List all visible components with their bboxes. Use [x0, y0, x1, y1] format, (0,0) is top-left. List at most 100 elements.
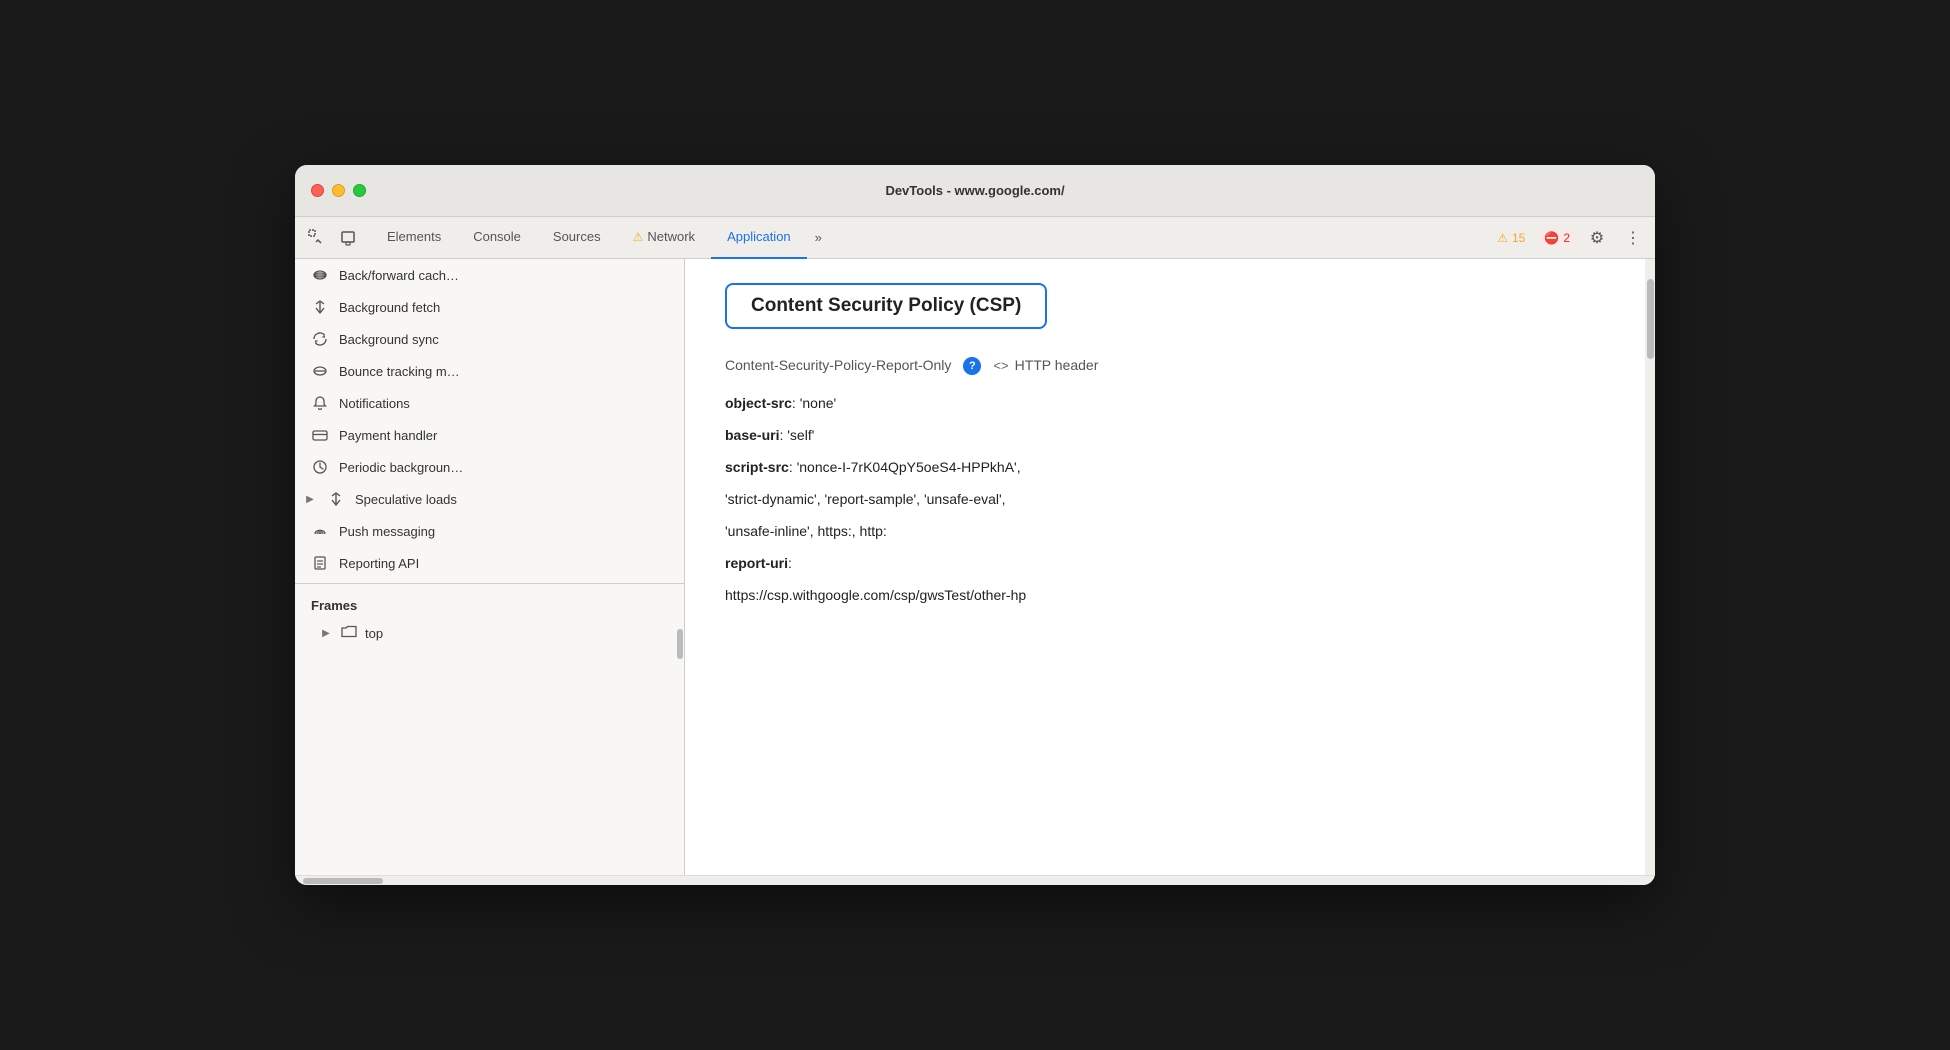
network-warning-icon: ⚠	[633, 230, 644, 244]
directive-script-src: script-src: 'nonce-I-7rK04QpY5oeS4-HPPkh…	[725, 459, 1615, 475]
title-bar: DevTools - www.google.com/	[295, 165, 1655, 217]
sidebar-scrollbar[interactable]	[676, 259, 684, 875]
sidebar-item-back-forward[interactable]: Back/forward cach…	[295, 259, 684, 291]
close-button[interactable]	[311, 184, 324, 197]
traffic-lights	[311, 184, 366, 197]
sidebar-item-bounce[interactable]: Bounce tracking m…	[295, 355, 684, 387]
frames-top-item[interactable]: ▶ top	[295, 619, 684, 648]
sidebar-label: Push messaging	[339, 524, 435, 539]
directive-report-uri-val: https://csp.withgoogle.com/csp/gwsTest/o…	[725, 587, 1615, 603]
frames-expand-icon: ▶	[319, 627, 333, 641]
device-toolbar-button[interactable]	[335, 224, 363, 252]
directive-value: : 'none'	[792, 395, 836, 411]
reporting-icon	[311, 554, 329, 572]
sidebar-label: Back/forward cach…	[339, 268, 459, 283]
directive-key: report-uri	[725, 555, 788, 571]
ellipsis-icon: ⋮	[1625, 228, 1641, 248]
more-options-button[interactable]: ⋮	[1619, 224, 1647, 252]
window-title: DevTools - www.google.com/	[885, 183, 1064, 198]
policy-label: Content-Security-Policy-Report-Only	[725, 357, 951, 373]
tab-sources[interactable]: Sources	[537, 217, 617, 259]
sidebar-label: Background sync	[339, 332, 439, 347]
main-scrollbar-thumb	[1647, 279, 1654, 359]
minimize-button[interactable]	[332, 184, 345, 197]
notifications-icon	[311, 394, 329, 412]
tabs-bar: Elements Console Sources ⚠ Network Appli…	[295, 217, 1655, 259]
sidebar-item-reporting[interactable]: Reporting API	[295, 547, 684, 579]
frames-folder-icon	[341, 625, 357, 642]
devtools-main: Elements Console Sources ⚠ Network Appli…	[295, 217, 1655, 885]
content-area: Back/forward cach… Background fetch	[295, 259, 1655, 875]
speculative-icon	[327, 490, 345, 508]
tab-network[interactable]: ⚠ Network	[617, 217, 711, 259]
tab-elements[interactable]: Elements	[371, 217, 457, 259]
main-scrollbar[interactable]	[1645, 259, 1655, 875]
payment-icon	[311, 426, 329, 444]
frames-header: Frames	[295, 592, 684, 619]
gear-icon: ⚙	[1590, 228, 1604, 248]
sidebar-item-push[interactable]: Push messaging	[295, 515, 684, 547]
sidebar-item-speculative[interactable]: ▶ Speculative loads	[295, 483, 684, 515]
maximize-button[interactable]	[353, 184, 366, 197]
tabs-list: Elements Console Sources ⚠ Network Appli…	[371, 217, 1491, 259]
http-header-text: HTTP header	[1015, 357, 1099, 373]
toolbar-right: ⚠ 15 ⛔ 2 ⚙ ⋮	[1491, 224, 1647, 252]
help-icon[interactable]: ?	[963, 357, 981, 375]
directive-value: : 'self'	[779, 427, 814, 443]
push-icon	[311, 522, 329, 540]
sidebar-label: Speculative loads	[355, 492, 457, 507]
csp-directives: object-src: 'none' base-uri: 'self' scri…	[725, 395, 1615, 603]
sidebar: Back/forward cach… Background fetch	[295, 259, 685, 875]
sidebar-item-notifications[interactable]: Notifications	[295, 387, 684, 419]
sidebar-label: Payment handler	[339, 428, 437, 443]
horizontal-scrollbar[interactable]	[295, 875, 1655, 885]
directive-value: 'unsafe-inline', https:, http:	[725, 523, 887, 539]
sidebar-label: Notifications	[339, 396, 410, 411]
policy-row: Content-Security-Policy-Report-Only ? <>…	[725, 357, 1615, 375]
bg-sync-icon	[311, 330, 329, 348]
sidebar-scrollbar-thumb	[677, 629, 683, 659]
sidebar-item-bg-fetch[interactable]: Background fetch	[295, 291, 684, 323]
bounce-icon	[311, 362, 329, 380]
sidebar-label: Reporting API	[339, 556, 419, 571]
bg-fetch-icon	[311, 298, 329, 316]
expand-arrow-icon: ▶	[303, 492, 317, 506]
directive-value: 'strict-dynamic', 'report-sample', 'unsa…	[725, 491, 1006, 507]
frames-top-label: top	[365, 626, 383, 641]
devtools-window: DevTools - www.google.com/	[295, 165, 1655, 885]
horizontal-scrollbar-thumb	[303, 878, 383, 884]
directive-object-src: object-src: 'none'	[725, 395, 1615, 411]
main-panel: Content Security Policy (CSP) Content-Se…	[685, 259, 1655, 875]
error-badge[interactable]: ⛔ 2	[1539, 230, 1575, 246]
sidebar-item-payment[interactable]: Payment handler	[295, 419, 684, 451]
directive-script-src-3: 'unsafe-inline', https:, http:	[725, 523, 1615, 539]
settings-button[interactable]: ⚙	[1583, 224, 1611, 252]
back-forward-icon	[311, 266, 329, 284]
directive-value: :	[788, 555, 792, 571]
directive-key: object-src	[725, 395, 792, 411]
warning-badge[interactable]: ⚠ 15	[1491, 228, 1531, 248]
directive-value: https://csp.withgoogle.com/csp/gwsTest/o…	[725, 587, 1026, 603]
periodic-icon	[311, 458, 329, 476]
frames-section: Frames ▶ top	[295, 583, 684, 648]
sidebar-item-periodic[interactable]: Periodic backgroun…	[295, 451, 684, 483]
directive-key: base-uri	[725, 427, 779, 443]
sidebar-item-bg-sync[interactable]: Background sync	[295, 323, 684, 355]
sidebar-label: Background fetch	[339, 300, 440, 315]
directive-value: : 'nonce-I-7rK04QpY5oeS4-HPPkhA',	[789, 459, 1021, 475]
tab-icons	[303, 224, 363, 252]
code-brackets-icon: <>	[993, 358, 1008, 373]
directive-key: script-src	[725, 459, 789, 475]
error-icon: ⛔	[1544, 231, 1559, 245]
sidebar-label: Bounce tracking m…	[339, 364, 460, 379]
tab-application[interactable]: Application	[711, 217, 807, 259]
directive-report-uri: report-uri:	[725, 555, 1615, 571]
warning-icon: ⚠	[1497, 231, 1508, 245]
more-tabs-button[interactable]: »	[807, 217, 830, 259]
tab-console[interactable]: Console	[457, 217, 537, 259]
csp-title: Content Security Policy (CSP)	[725, 283, 1047, 329]
inspect-element-button[interactable]	[303, 224, 331, 252]
sidebar-label: Periodic backgroun…	[339, 460, 463, 475]
directive-base-uri: base-uri: 'self'	[725, 427, 1615, 443]
directive-script-src-2: 'strict-dynamic', 'report-sample', 'unsa…	[725, 491, 1615, 507]
